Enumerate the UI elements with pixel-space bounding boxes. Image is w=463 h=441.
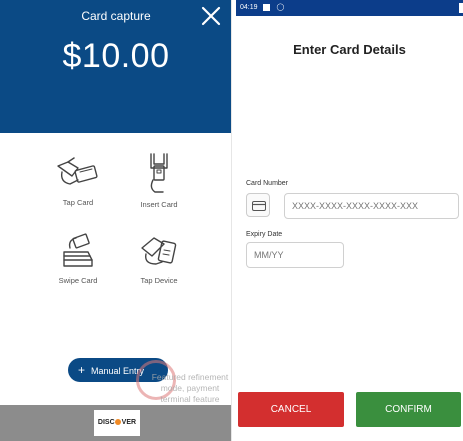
- insert-card-icon: [150, 153, 168, 193]
- insert-card-label: Insert Card: [140, 200, 178, 209]
- swipe-card-icon: [63, 233, 93, 267]
- notification-icon: [263, 3, 271, 11]
- card-scan-button[interactable]: [246, 193, 270, 217]
- discover-dot-icon: [115, 419, 122, 426]
- card-capture-screen: Card capture $10.00 Tap Card Insert Card…: [0, 0, 232, 441]
- tap-device-option[interactable]: Tap Device: [114, 230, 204, 285]
- amount-display: $10.00: [62, 37, 170, 75]
- screen-title: Card capture: [81, 9, 151, 23]
- discover-logo-text: DISC VER: [97, 419, 137, 426]
- expiry-date-label: Expiry Date: [246, 231, 283, 238]
- tap-card-option[interactable]: Tap Card: [33, 152, 123, 207]
- card-number-input[interactable]: [284, 193, 459, 219]
- close-button[interactable]: [199, 4, 223, 28]
- tap-card-label: Tap Card: [62, 198, 94, 207]
- status-time: 04:19: [240, 4, 258, 11]
- close-icon: [201, 6, 221, 26]
- status-bar: 04:19 ◯: [236, 0, 463, 16]
- sync-icon: ◯: [276, 4, 285, 11]
- battery-icon: [459, 3, 463, 13]
- expiry-date-input[interactable]: [246, 242, 344, 268]
- tap-device-label: Tap Device: [140, 276, 178, 285]
- card-number-label: Card Number: [246, 180, 289, 187]
- tap-card-icon: [57, 157, 98, 185]
- swipe-card-label: Swipe Card: [58, 276, 98, 285]
- credit-card-icon: [252, 201, 266, 211]
- cancel-button[interactable]: CANCEL: [238, 392, 344, 427]
- page-title: Enter Card Details: [293, 42, 406, 57]
- tap-device-icon: [141, 237, 177, 265]
- confirm-button[interactable]: CONFIRM: [356, 392, 461, 427]
- discover-logo: DISC VER: [94, 410, 140, 436]
- swipe-card-option[interactable]: Swipe Card: [33, 230, 123, 285]
- insert-card-option[interactable]: Insert Card: [114, 150, 204, 209]
- plus-icon: +: [78, 363, 86, 377]
- enter-card-details-screen: 04:19 ◯ Enter Card Details Card Number E…: [236, 0, 463, 441]
